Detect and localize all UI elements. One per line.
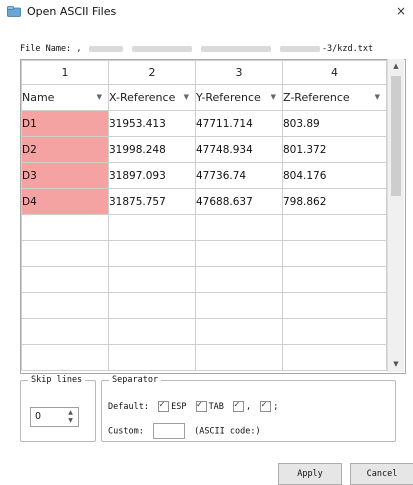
checkbox-esp[interactable]: ✓ — [158, 400, 170, 412]
name-cell[interactable]: D4 — [21, 188, 109, 215]
column-number: 4 — [282, 60, 387, 85]
checkbox-label: TAB — [208, 402, 224, 412]
title-bar: Open ASCII Files × — [0, 0, 413, 24]
empty-row — [21, 292, 387, 319]
z-cell[interactable]: 801.372 — [282, 136, 387, 163]
file-name-line: File Name: , ​-3/kzd.txt — [20, 43, 400, 55]
separator-default-row: Default: ✓ ESP ✓ TAB ✓, ✓; — [108, 400, 279, 413]
x-cell[interactable]: 31953.413 — [108, 110, 196, 137]
y-cell[interactable]: 47748.934 — [195, 136, 283, 163]
chevron-down-icon[interactable]: ▼ — [375, 85, 380, 110]
checkmark-icon: ✓ — [159, 400, 165, 410]
vertical-scrollbar[interactable]: ▲ ▼ — [387, 59, 404, 372]
scroll-down-arrow-icon[interactable]: ▼ — [388, 357, 404, 371]
file-name-prefix: , — [76, 44, 82, 54]
column-select-x[interactable]: X-Reference ▼ — [108, 84, 196, 111]
stepper-down-icon[interactable]: ▼ — [66, 417, 75, 425]
file-name-suffix: ​-3/kzd.txt — [321, 44, 374, 54]
checkbox-label: , — [246, 402, 252, 412]
chevron-down-icon[interactable]: ▼ — [271, 85, 276, 110]
default-label: Default: — [108, 402, 149, 412]
column-select-z[interactable]: Z-Reference ▼ — [282, 84, 387, 111]
column-header-label: Z-Reference — [283, 91, 350, 104]
y-cell[interactable]: 47688.637 — [195, 188, 283, 215]
separator-label: Separator — [109, 374, 162, 386]
stepper-up-icon[interactable]: ▲ — [66, 409, 75, 417]
custom-separator-input[interactable] — [152, 423, 185, 439]
close-icon: × — [395, 4, 407, 18]
y-cell[interactable]: 47711.714 — [195, 110, 283, 137]
empty-row — [21, 266, 387, 293]
table-row[interactable]: D3 31897.093 47736.74 804.176 — [21, 162, 387, 189]
skip-lines-stepper[interactable]: 0 ▲ ▼ — [30, 407, 79, 427]
ascii-code-hint: (ASCII code:) — [194, 426, 261, 437]
window-title: Open ASCII Files — [27, 5, 117, 18]
empty-row — [21, 318, 387, 345]
z-cell[interactable]: 798.862 — [282, 188, 387, 215]
name-cell[interactable]: D3 — [21, 162, 109, 189]
scroll-up-arrow-icon[interactable]: ▲ — [388, 59, 404, 73]
name-cell[interactable]: D2 — [21, 136, 109, 163]
redacted-path-segment — [279, 45, 320, 52]
empty-row — [21, 214, 387, 241]
close-button[interactable]: × — [392, 3, 410, 19]
column-select-y[interactable]: Y-Reference ▼ — [195, 84, 283, 111]
z-cell[interactable]: 803.89 — [282, 110, 387, 137]
x-cell[interactable]: 31875.757 — [108, 188, 196, 215]
skip-lines-label: Skip lines — [28, 374, 86, 386]
apply-button[interactable]: Apply — [278, 463, 342, 485]
column-header-label: X-Reference — [109, 91, 176, 104]
cancel-button[interactable]: Cancel — [350, 463, 413, 485]
x-cell[interactable]: 31897.093 — [108, 162, 196, 189]
chevron-down-icon[interactable]: ▼ — [97, 85, 102, 110]
checkbox-tab[interactable]: ✓ — [195, 400, 207, 412]
column-number: 2 — [108, 60, 196, 85]
column-header-row: Name ▼ X-Reference ▼ Y-Reference ▼ Z-Refere… — [21, 84, 387, 111]
file-name-label: File Name: — [20, 44, 72, 54]
checkbox-comma[interactable]: ✓ — [233, 400, 245, 412]
custom-label: Custom: — [108, 426, 144, 437]
separator-custom-row: Custom: (ASCII code:) — [108, 423, 261, 439]
checkbox-label: ESP — [171, 402, 187, 412]
column-number-row: 1 2 3 4 — [21, 60, 387, 85]
scrollbar-thumb[interactable] — [391, 76, 401, 196]
y-cell[interactable]: 47736.74 — [195, 162, 283, 189]
x-cell[interactable]: 31998.248 — [108, 136, 196, 163]
open-file-icon — [7, 6, 21, 17]
checkbox-semicolon[interactable]: ✓ — [260, 400, 272, 412]
name-cell[interactable]: D1 — [21, 110, 109, 137]
separator-group: Separator Default: ✓ ESP ✓ TAB ✓, ✓; Custo… — [101, 374, 396, 442]
chevron-down-icon[interactable]: ▼ — [184, 85, 189, 110]
column-header-label: Y-Reference — [196, 91, 261, 104]
data-preview-grid[interactable]: 1 2 3 4 Name ▼ X-Reference ▼ Y-Reference ▼ … — [20, 59, 406, 374]
checkmark-icon: ✓ — [261, 400, 267, 410]
redacted-path-segment — [88, 45, 123, 52]
skip-lines-value[interactable]: 0 — [35, 410, 41, 423]
checkmark-icon: ✓ — [196, 400, 202, 410]
table-row[interactable]: D2 31998.248 47748.934 801.372 — [21, 136, 387, 163]
column-select-name[interactable]: Name ▼ — [21, 84, 109, 111]
column-number: 1 — [21, 60, 109, 85]
redacted-path-segment — [200, 45, 271, 52]
column-number: 3 — [195, 60, 283, 85]
redacted-path-segment — [131, 45, 192, 52]
checkmark-icon: ✓ — [234, 400, 240, 410]
skip-lines-group: Skip lines 0 ▲ ▼ — [20, 374, 96, 442]
table-row[interactable]: D1 31953.413 47711.714 803.89 — [21, 110, 387, 137]
checkbox-label: ; — [273, 402, 279, 412]
empty-row — [21, 344, 387, 371]
preview-table: 1 2 3 4 Name ▼ X-Reference ▼ Y-Reference ▼ … — [21, 60, 387, 371]
empty-row — [21, 240, 387, 267]
column-header-label: Name — [22, 91, 55, 104]
table-row[interactable]: D4 31875.757 47688.637 798.862 — [21, 188, 387, 215]
z-cell[interactable]: 804.176 — [282, 162, 387, 189]
